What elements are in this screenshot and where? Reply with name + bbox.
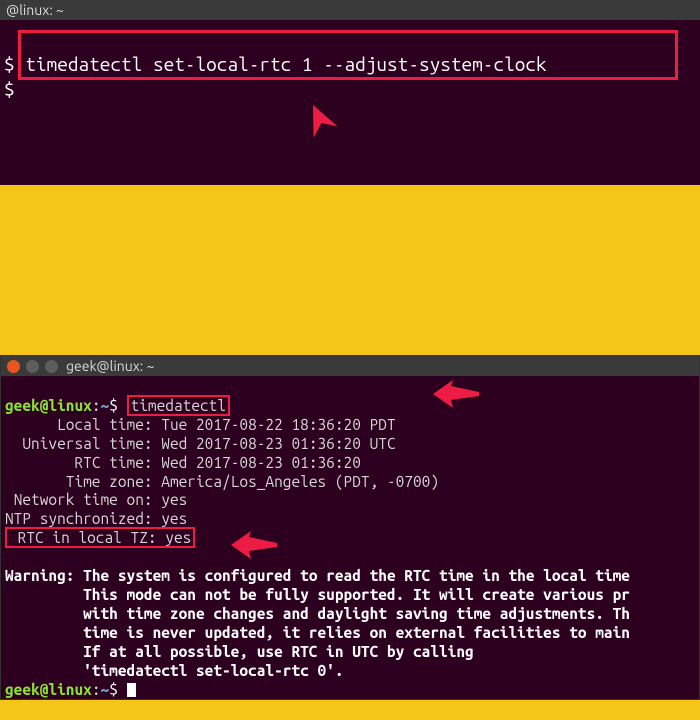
rtc-time-label: RTC time: xyxy=(74,454,152,471)
warning-label: Warning: xyxy=(5,567,74,584)
prompt-path: ~ xyxy=(101,681,110,698)
network-time-label: Network time on: xyxy=(14,491,153,508)
local-time-label: Local time: xyxy=(57,416,152,433)
top-titlebar: @linux: ~ xyxy=(0,0,700,20)
ntp-sync-value: yes xyxy=(161,510,187,527)
cursor-block xyxy=(127,683,136,697)
universal-time-value: Wed 2017-08-23 01:36:20 UTC xyxy=(161,435,395,452)
window-buttons xyxy=(7,360,58,373)
rtc-time-value: Wed 2017-08-23 01:36:20 xyxy=(161,454,361,471)
warning-line: time is never updated, it relies on exte… xyxy=(83,624,630,641)
top-command: timedatectl set-local-rtc 1 --adjust-sys… xyxy=(25,53,546,75)
warning-line: The system is configured to read the RTC… xyxy=(83,567,630,584)
top-terminal-body[interactable]: $ timedatectl set-local-rtc 1 --adjust-s… xyxy=(0,20,700,131)
bottom-title-text: geek@linux: ~ xyxy=(66,358,154,374)
warning-line: with time zone changes and daylight savi… xyxy=(83,605,630,622)
rtc-local-value: yes xyxy=(165,529,191,546)
prompt-symbol: $ xyxy=(4,78,15,100)
prompt-user: geek@linux xyxy=(5,397,92,414)
rtc-local-label: RTC in local TZ: xyxy=(18,529,157,546)
ntp-sync-label: NTP synchronized: xyxy=(5,510,153,527)
bottom-terminal-body[interactable]: geek@linux:~$ timedatectl Local time: Tu… xyxy=(1,376,699,720)
time-zone-label: Time zone: xyxy=(66,473,153,490)
minimize-icon[interactable] xyxy=(26,360,39,373)
prompt-path: ~ xyxy=(101,397,110,414)
local-time-value: Tue 2017-08-22 18:36:20 PDT xyxy=(161,416,395,433)
command-highlight: timedatectl xyxy=(127,395,230,416)
warning-line: 'timedatectl set-local-rtc 0'. xyxy=(83,662,343,679)
warning-line: If at all possible, use RTC in UTC by ca… xyxy=(83,643,474,660)
prompt-symbol: $ xyxy=(109,397,118,414)
close-icon[interactable] xyxy=(7,360,20,373)
time-zone-value: America/Los_Angeles (PDT, -0700) xyxy=(161,473,439,490)
bottom-command: timedatectl xyxy=(131,397,226,414)
maximize-icon[interactable] xyxy=(45,360,58,373)
prompt-symbol: $ xyxy=(4,53,15,75)
universal-time-label: Universal time: xyxy=(22,435,152,452)
bottom-terminal: geek@linux: ~ geek@linux:~$ timedatectl … xyxy=(0,355,700,700)
prompt-user: geek@linux xyxy=(5,681,92,698)
rtc-local-highlight: RTC in local TZ: yes xyxy=(5,527,195,548)
warning-line: This mode can not be fully supported. It… xyxy=(83,586,630,603)
prompt-symbol: $ xyxy=(109,681,118,698)
bottom-titlebar: geek@linux: ~ xyxy=(1,356,699,376)
network-time-value: yes xyxy=(161,491,187,508)
top-terminal: @linux: ~ $ timedatectl set-local-rtc 1 … xyxy=(0,0,700,185)
top-title-text: @linux: ~ xyxy=(6,2,64,18)
